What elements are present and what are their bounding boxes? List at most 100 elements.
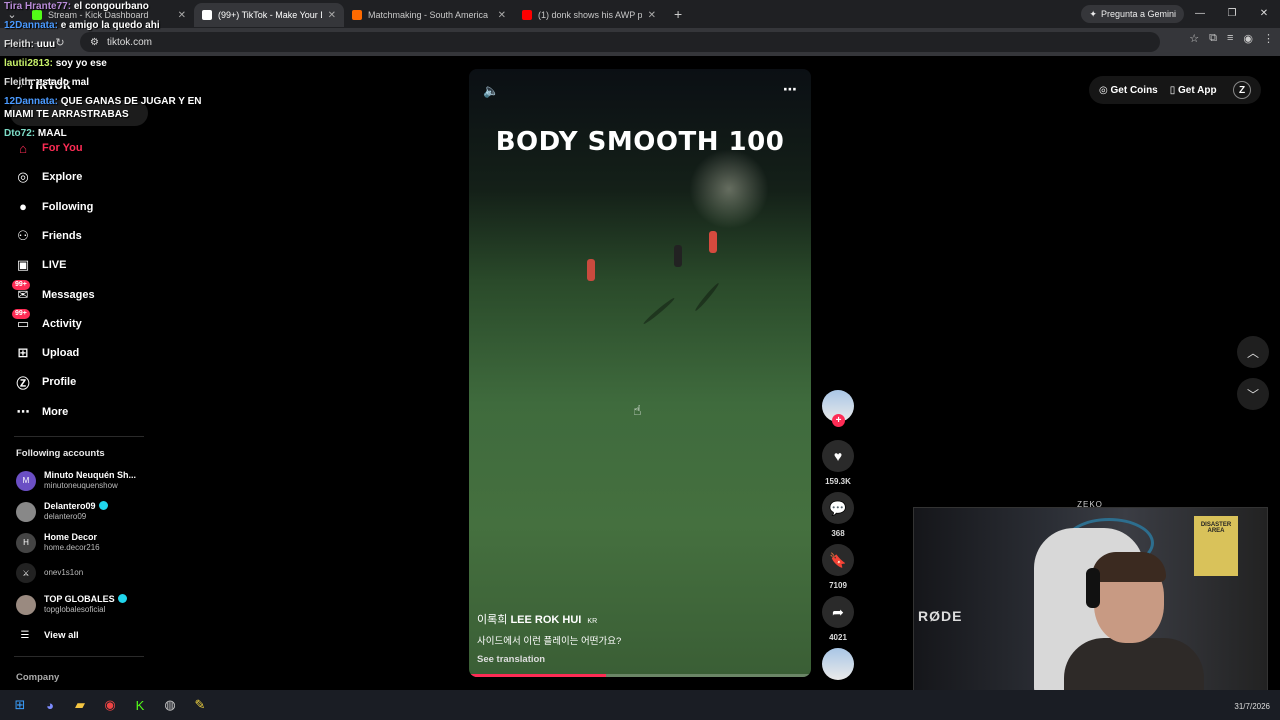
video-caption: 사이드에서 이런 플레이는 어떤가요? bbox=[477, 636, 622, 647]
account-name: TOP GLOBALES bbox=[44, 594, 115, 604]
close-window-button[interactable]: ✕ bbox=[1248, 0, 1280, 28]
hand-cursor-icon: ☝ bbox=[633, 402, 642, 418]
new-tab-button[interactable]: + bbox=[664, 6, 692, 22]
chat-username: 12Dannata: bbox=[4, 20, 58, 31]
wall-poster: DISASTER AREA bbox=[1194, 516, 1238, 576]
save-button[interactable]: 🔖 bbox=[822, 544, 854, 576]
following-account[interactable]: TOP GLOBALES topglobalesoficial bbox=[16, 594, 127, 615]
more-options-icon[interactable]: ⋯ bbox=[783, 81, 797, 98]
next-video-button[interactable]: ﹀ bbox=[1237, 378, 1269, 410]
account-name: Delantero09 bbox=[44, 501, 96, 511]
menu-kebab-icon[interactable]: ⋮ bbox=[1263, 32, 1274, 45]
reading-list-icon[interactable]: ≡ bbox=[1227, 32, 1233, 45]
discord-icon[interactable]: ◕ bbox=[40, 695, 60, 715]
maximize-button[interactable]: ❐ bbox=[1216, 0, 1248, 28]
kick-icon[interactable]: K bbox=[130, 695, 150, 715]
video-author[interactable]: 이록희 LEE ROK HUI KR bbox=[477, 611, 597, 627]
like-button[interactable]: ♥ bbox=[822, 440, 854, 472]
file-explorer-icon[interactable]: ▰ bbox=[70, 695, 90, 715]
company-link[interactable]: Company bbox=[16, 672, 59, 683]
message-icon: ✉ 99+ bbox=[12, 279, 32, 304]
video-progress-bar[interactable] bbox=[469, 674, 811, 677]
chrome-icon[interactable]: ◉ bbox=[100, 695, 120, 715]
chat-username: 12Dannata: bbox=[4, 96, 58, 107]
profile-avatar-icon[interactable]: ◉ bbox=[1243, 32, 1253, 45]
account-handle: home.decor216 bbox=[44, 543, 100, 552]
notification-badge: 99+ bbox=[12, 279, 30, 290]
see-translation-button[interactable]: See translation bbox=[477, 654, 545, 665]
toolbar-actions: ☆ ⧉ ≡ ◉ ⋮ bbox=[1189, 32, 1274, 45]
profile-icon: Ⓩ bbox=[16, 375, 30, 391]
video-player-figure bbox=[587, 259, 595, 281]
minimize-button[interactable]: — bbox=[1184, 0, 1216, 28]
previous-video-button[interactable]: ︿ bbox=[1237, 336, 1269, 368]
sidebar-item-upload[interactable]: ⊞ Upload bbox=[14, 342, 80, 364]
following-account[interactable]: Delantero09 delantero09 bbox=[16, 501, 108, 522]
volume-icon[interactable]: 🔈 bbox=[483, 83, 499, 99]
sidebar-item-label: Explore bbox=[42, 171, 83, 184]
sidebar-item-more[interactable]: ⋯ More bbox=[14, 401, 69, 423]
omnibox[interactable]: ⚙ tiktok.com bbox=[80, 32, 1160, 52]
player-shadow bbox=[642, 296, 676, 326]
obs-icon[interactable]: ◍ bbox=[160, 695, 180, 715]
following-account[interactable]: H Home Decor home.decor216 bbox=[16, 532, 100, 553]
sidebar-item-label: More bbox=[42, 405, 69, 418]
comment-button[interactable]: 💬 bbox=[822, 492, 854, 524]
user-avatar[interactable]: Z bbox=[1233, 81, 1251, 99]
chevron-up-icon: ︿ bbox=[1246, 345, 1259, 360]
comment-bubble-icon: 💬 bbox=[829, 499, 847, 516]
bookmark-star-icon[interactable]: ☆ bbox=[1189, 32, 1199, 45]
video-player[interactable]: BODY SMOOTH 100 🔈 ⋯ 이록희 LEE ROK HUI KR 사… bbox=[469, 69, 811, 677]
chat-text: MAAL bbox=[37, 128, 67, 139]
account-avatar: ⚔ bbox=[16, 563, 36, 583]
tab-favicon-icon bbox=[522, 10, 532, 20]
share-button[interactable]: ➦ bbox=[822, 596, 854, 628]
following-account[interactable]: ⚔ onev1s1on bbox=[16, 563, 83, 583]
sidebar-item-activity[interactable]: ▭ 99+ Activity bbox=[12, 308, 82, 335]
account-handle: delantero09 bbox=[44, 512, 87, 521]
sidebar-divider bbox=[14, 436, 144, 437]
sidebar-item-friends[interactable]: ⚇ Friends bbox=[14, 225, 82, 247]
app-pencil-icon[interactable]: ✎ bbox=[190, 695, 210, 715]
following-account[interactable]: M Minuto Neuquén Sh... minutoneuquenshow bbox=[16, 470, 136, 491]
account-name: Home Decor bbox=[44, 532, 98, 542]
window-controls: — ❐ ✕ bbox=[1184, 0, 1280, 28]
account-avatar bbox=[16, 501, 36, 522]
chat-message: Dto72: MAAL bbox=[4, 127, 224, 140]
tab-close-icon[interactable]: ✕ bbox=[498, 10, 506, 21]
browser-tab[interactable]: Matchmaking - South America ✕ bbox=[344, 3, 514, 27]
chat-text: soy yo ese bbox=[55, 58, 107, 69]
account-avatar: M bbox=[16, 470, 36, 491]
tab-close-icon[interactable]: ✕ bbox=[328, 10, 336, 21]
sidebar-item-profile[interactable]: Ⓩ Profile bbox=[14, 371, 76, 393]
get-coins-button[interactable]: ◎ Get Coins bbox=[1099, 85, 1158, 96]
author-korean-name: 이록희 bbox=[477, 614, 508, 626]
chat-message: Tira Hrante77: el congourbano bbox=[4, 0, 224, 13]
chat-message: Fleith: uuu bbox=[4, 38, 224, 51]
gemini-button[interactable]: ✦ Pregunta a Gemini bbox=[1081, 5, 1184, 23]
like-count: 159.3K bbox=[825, 477, 851, 486]
get-app-button[interactable]: ▯ Get App bbox=[1170, 85, 1217, 96]
browser-tab[interactable]: (1) donk shows his AWP play in ✕ bbox=[514, 3, 664, 27]
sidebar-item-messages[interactable]: ✉ 99+ Messages bbox=[12, 279, 95, 306]
extensions-icon[interactable]: ⧉ bbox=[1209, 32, 1217, 45]
sidebar-item-live[interactable]: ▣ LIVE bbox=[14, 254, 67, 276]
chat-username: Fleith: bbox=[4, 77, 34, 88]
sidebar-item-following[interactable]: ● Following bbox=[14, 196, 93, 218]
view-all-link[interactable]: ☰ View all bbox=[16, 624, 79, 646]
windows-start-icon[interactable]: ⊞ bbox=[10, 695, 30, 715]
chat-text: uuu bbox=[36, 39, 56, 50]
verified-badge-icon bbox=[98, 501, 108, 510]
tab-title: (1) donk shows his AWP play in bbox=[538, 10, 642, 20]
gemini-label: Pregunta a Gemini bbox=[1100, 9, 1176, 19]
follow-plus-icon[interactable]: + bbox=[832, 414, 845, 427]
music-disc-avatar[interactable] bbox=[822, 648, 854, 680]
tab-close-icon[interactable]: ✕ bbox=[648, 10, 656, 21]
friends-icon: ⚇ bbox=[17, 227, 29, 243]
tab-favicon-icon bbox=[352, 10, 362, 20]
account-avatar: H bbox=[16, 532, 36, 553]
sidebar-item-explore[interactable]: ◎ Explore bbox=[14, 166, 82, 188]
account-handle: minutoneuquenshow bbox=[44, 481, 118, 490]
chat-text: el congourbano bbox=[73, 1, 149, 12]
chat-username: Tira Hrante77: bbox=[4, 1, 72, 12]
